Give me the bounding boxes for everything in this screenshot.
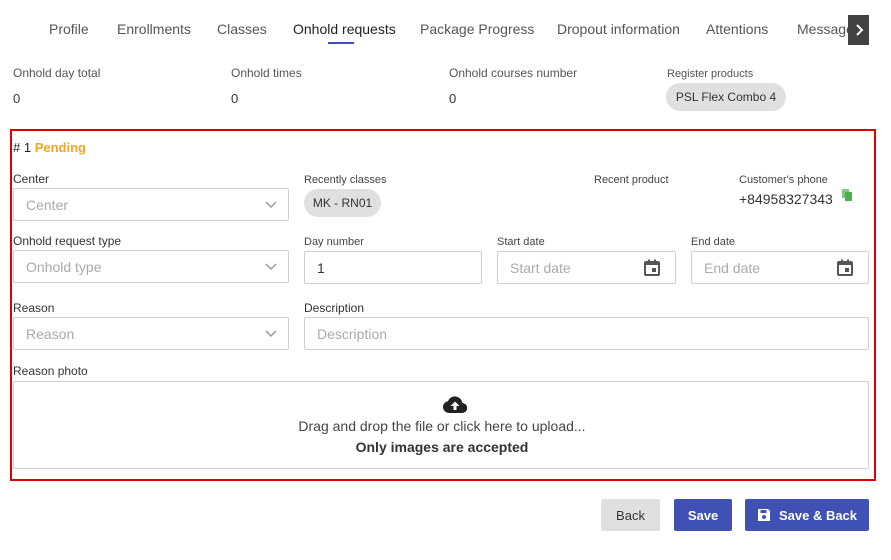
end-date-label: End date: [691, 236, 736, 248]
end-date-placeholder: End date: [704, 259, 761, 276]
tab-attentions[interactable]: Attentions: [706, 21, 768, 37]
reason-placeholder: Reason: [26, 325, 75, 342]
floppy-disk-icon: [757, 509, 770, 521]
description-input[interactable]: Description: [304, 317, 869, 350]
reason-photo-label: Reason photo: [13, 364, 88, 378]
tab-profile[interactable]: Profile: [49, 21, 89, 37]
active-tab-indicator: [328, 42, 354, 44]
onhold-request-type-label: Onhold request type: [13, 234, 122, 248]
start-date-label: Start date: [497, 236, 545, 248]
chevron-right-icon: [855, 24, 863, 36]
onhold-times-value: 0: [231, 91, 239, 106]
description-label: Description: [304, 301, 365, 315]
start-date-placeholder: Start date: [510, 259, 571, 276]
onhold-courses-number-value: 0: [449, 91, 457, 106]
reason-select[interactable]: Reason: [13, 317, 289, 350]
onhold-type-placeholder: Onhold type: [26, 258, 102, 275]
save-and-back-button[interactable]: Save & Back: [745, 499, 869, 531]
tab-classes[interactable]: Classes: [217, 21, 267, 37]
day-number-label: Day number: [304, 236, 364, 248]
customer-phone-label: Customer's phone: [739, 174, 828, 186]
tab-scroll-next-button[interactable]: [848, 15, 869, 45]
tab-bar: Profile Enrollments Classes Onhold reque…: [0, 0, 891, 56]
recent-class-chip: MK - RN01: [304, 189, 381, 217]
tab-dropout-information[interactable]: Dropout information: [557, 21, 680, 37]
upload-instructions: Drag and drop the file or click here to …: [298, 418, 586, 434]
request-header: # 1 Pending: [13, 140, 86, 155]
description-placeholder: Description: [317, 325, 388, 342]
copy-icon[interactable]: [842, 189, 853, 201]
calendar-icon[interactable]: [836, 259, 854, 277]
center-label: Center: [13, 172, 50, 186]
onhold-courses-number-label: Onhold courses number: [449, 66, 578, 80]
calendar-icon[interactable]: [643, 259, 661, 277]
day-number-value: 1: [317, 259, 325, 276]
tab-onhold-requests[interactable]: Onhold requests: [293, 21, 396, 37]
reason-label: Reason: [13, 301, 55, 315]
register-product-chip: PSL Flex Combo 4: [666, 83, 786, 111]
start-date-input[interactable]: Start date: [497, 251, 676, 284]
recently-classes-label: Recently classes: [304, 174, 387, 186]
onhold-type-select[interactable]: Onhold type: [13, 250, 289, 283]
day-number-input[interactable]: 1: [304, 251, 482, 284]
center-placeholder: Center: [26, 196, 69, 213]
customer-phone-value: +84958327343: [739, 191, 833, 207]
tab-package-progress[interactable]: Package Progress: [420, 21, 534, 37]
save-button[interactable]: Save: [674, 499, 732, 531]
onhold-day-total-label: Onhold day total: [13, 66, 101, 80]
request-number: # 1: [13, 140, 32, 155]
onhold-times-label: Onhold times: [231, 66, 302, 80]
end-date-input[interactable]: End date: [691, 251, 869, 284]
center-select[interactable]: Center: [13, 188, 289, 221]
chevron-down-icon: [265, 201, 277, 209]
onhold-day-total-value: 0: [13, 91, 21, 106]
register-products-label: Register products: [667, 68, 754, 80]
reason-photo-dropzone[interactable]: Drag and drop the file or click here to …: [13, 381, 869, 469]
cloud-upload-icon: [443, 396, 467, 414]
recent-product-label: Recent product: [594, 174, 669, 186]
tab-enrollments[interactable]: Enrollments: [117, 21, 191, 37]
chevron-down-icon: [265, 330, 277, 338]
request-status: Pending: [34, 140, 86, 155]
chevron-down-icon: [265, 263, 277, 271]
upload-restriction-note: Only images are accepted: [355, 439, 529, 455]
back-button[interactable]: Back: [601, 499, 660, 531]
save-and-back-label: Save & Back: [778, 507, 858, 523]
